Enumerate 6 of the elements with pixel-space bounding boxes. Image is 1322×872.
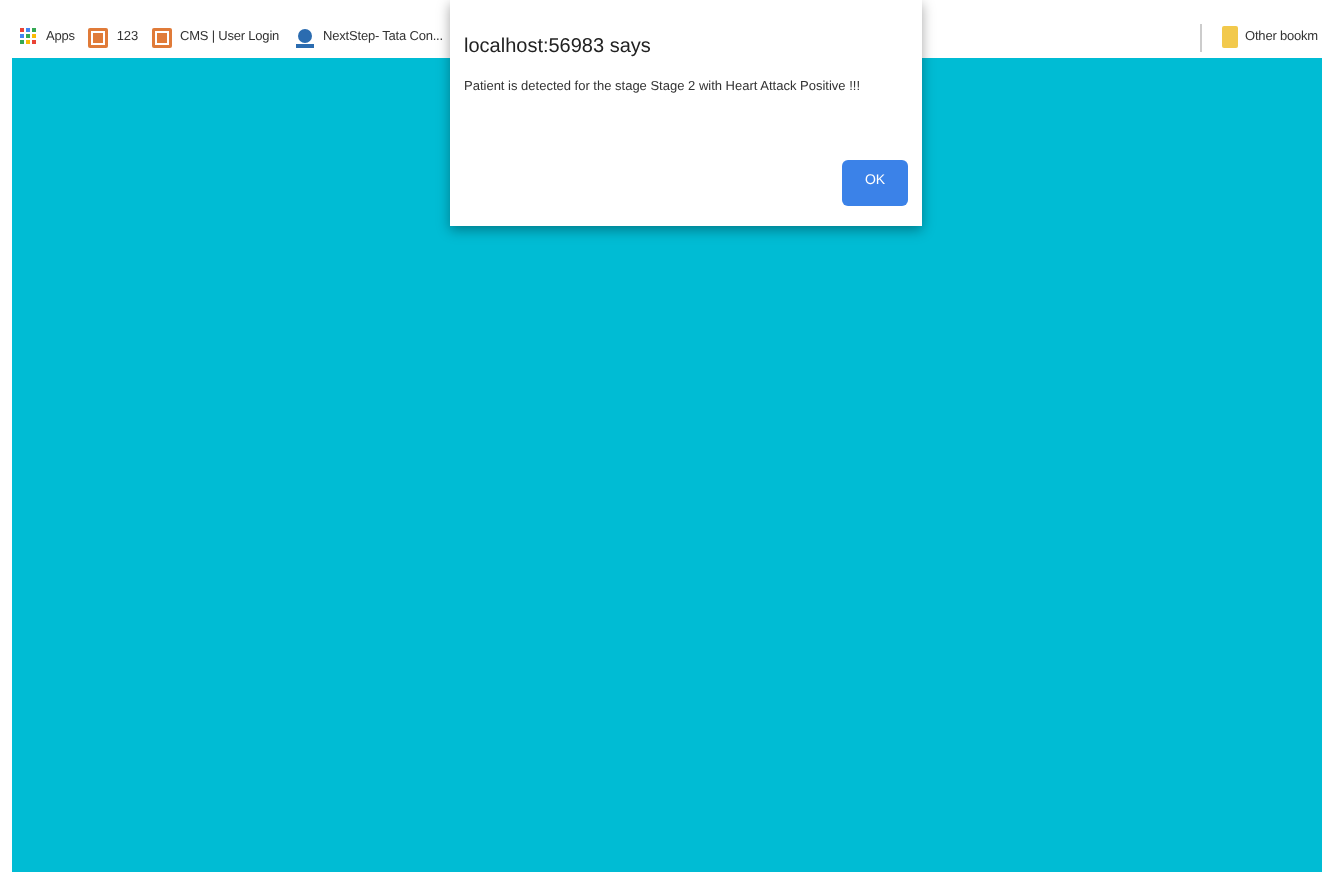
folder-icon	[1221, 26, 1238, 48]
page-favicon-icon	[151, 27, 172, 47]
site-logo-icon	[293, 27, 316, 47]
page-favicon-icon	[88, 27, 109, 47]
dialog-title: localhost:56983 says	[464, 34, 653, 62]
apps-grid-icon	[20, 28, 38, 46]
